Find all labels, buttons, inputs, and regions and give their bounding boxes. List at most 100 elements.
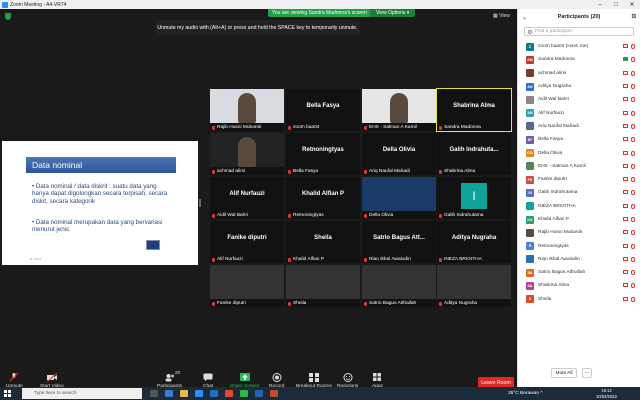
participant-row[interactable]: GI Galih Indrahutama <box>518 186 640 199</box>
participant-row[interactable]: INEZA BRIGITHA <box>518 200 640 213</box>
video-off-icon <box>623 177 628 182</box>
chevron-down-icon[interactable]: ⌄ <box>522 14 527 21</box>
video-tile[interactable]: Satrio Bagus Att... Rian Ikbal Awaludin <box>362 221 436 263</box>
mic-muted-icon <box>212 301 215 306</box>
video-off-icon <box>623 296 628 301</box>
video-tile[interactable]: Galih Indrahuta... Shabrina Alma <box>437 133 511 175</box>
mic-muted-icon <box>631 270 635 276</box>
split-drag-handle[interactable] <box>199 199 201 207</box>
taskbar-search-input[interactable]: Type here to search <box>22 388 142 399</box>
video-tile[interactable]: Fanike diputri <box>210 265 284 307</box>
task-view-icon[interactable] <box>150 390 158 397</box>
file-explorer-icon[interactable] <box>180 390 188 397</box>
mic-muted-icon <box>631 256 635 262</box>
video-tile[interactable]: Fanike diputri Alif Nurfauzi <box>210 221 284 263</box>
mute-all-button[interactable]: Mute All <box>551 368 577 378</box>
avatar: AN <box>526 82 534 91</box>
participant-row[interactable]: Aidil Wal Bahri <box>518 93 640 106</box>
video-tile[interactable]: Rajib Husni Mubarok <box>210 89 284 131</box>
participant-row[interactable]: S Sheila <box>518 293 640 306</box>
participant-status-icons <box>623 270 635 276</box>
participants-panel: ⌄ Participants (20) ⧉ Find a participant… <box>517 9 640 387</box>
view-button[interactable]: ▦ View <box>493 13 510 19</box>
participant-row[interactable]: KA Khalid Alfian P <box>518 213 640 226</box>
word-icon[interactable] <box>255 390 263 397</box>
avatar: R <box>526 242 534 251</box>
participant-name: Aditya Nugraha <box>538 84 572 90</box>
tile-name: Della Olivia <box>369 213 394 218</box>
video-tile[interactable]: EHS - Salman A Kamil <box>362 89 436 131</box>
participant-row[interactable]: Ariq Naufal Mahadi <box>518 120 640 133</box>
tile-name-label: Retnoningtyas <box>288 213 324 218</box>
video-tile[interactable]: Aditya Nugraha <box>437 265 511 307</box>
participant-name: Ariq Naufal Mahadi <box>538 123 579 129</box>
maximize-icon[interactable]: □ <box>608 2 624 8</box>
participant-search-input[interactable]: Find a participant <box>524 27 634 36</box>
participant-row[interactable]: Rian Ikbal Awaludin <box>518 253 640 266</box>
participant-row[interactable]: AN Aditya Nugraha <box>518 80 640 93</box>
tile-center-name: Satrio Bagus Att... <box>373 235 425 241</box>
participant-row[interactable]: EHS - Salman A Kamil <box>518 160 640 173</box>
video-tile[interactable]: Aditya Nugraha INEZA BRIGITHA <box>437 221 511 263</box>
participant-row[interactable]: SA Shabrina Alma <box>518 279 640 292</box>
mic-muted-icon <box>288 301 291 306</box>
store-icon[interactable] <box>210 390 218 397</box>
participant-row[interactable]: R Retnoningtyas <box>518 239 640 252</box>
video-tile[interactable]: Della Olivia Ariq Naufal Mahadi <box>362 133 436 175</box>
participant-row[interactable]: SA Satrio Bagus Atthallah <box>518 266 640 279</box>
close-icon[interactable]: ✕ <box>624 1 640 8</box>
participant-row[interactable]: AN Alif Nurfauzi <box>518 106 640 119</box>
participant-row[interactable]: DO Della Olivia <box>518 146 640 159</box>
video-tile[interactable]: Satrio Bagus Atthallah <box>362 265 436 307</box>
tile-name: Retnoningtyas <box>293 213 324 218</box>
window-title: Zoom Meeting - A4-VR74 <box>10 1 67 8</box>
video-tile[interactable]: Shabrina Alma Sandra Madonna <box>436 88 512 132</box>
chrome-icon[interactable] <box>240 390 248 397</box>
powerpoint-icon[interactable] <box>270 390 278 397</box>
video-tile[interactable]: Khalid Alfian P Retnoningtyas <box>286 177 360 219</box>
video-off-icon <box>623 217 628 221</box>
zoom-taskbar-icon[interactable] <box>195 390 203 397</box>
participant-list: Zzoom baa04 (Host, me) SM Sandra Madonna ac… <box>518 40 640 306</box>
video-tile[interactable]: I Galih Indrahutama <box>437 177 511 219</box>
apps-icon <box>373 373 382 381</box>
video-tile[interactable]: Sheila <box>286 265 360 307</box>
minimize-icon[interactable]: – <box>592 2 608 8</box>
edge-browser-icon[interactable] <box>165 390 173 397</box>
tile-name-label: Aidil Wal Bahri <box>212 213 248 218</box>
more-options-button[interactable]: ··· <box>582 368 592 378</box>
video-tile[interactable]: Retnoningtyas Bella Fasya <box>286 133 360 175</box>
weather-widget[interactable]: 25°C Berawan ^ <box>508 391 543 396</box>
participant-name: Khalid Alfian P <box>538 217 569 222</box>
security-shield-icon[interactable] <box>5 13 11 20</box>
participant-row[interactable]: Rajib Husni Mubarok <box>518 226 640 239</box>
popout-icon[interactable]: ⧉ <box>632 14 636 21</box>
participant-name: Alif Nurfauzi <box>538 110 564 116</box>
app-taskbar-icon[interactable] <box>225 390 233 397</box>
reactions-icon <box>343 373 353 382</box>
participant-status-icons <box>623 163 635 169</box>
video-tile[interactable]: Sheila Khalid Alfian P <box>286 221 360 263</box>
participant-row[interactable]: achmad alimi <box>518 67 640 80</box>
video-tile[interactable]: achmad alimi <box>210 133 284 175</box>
participants-count: 20 <box>175 371 181 376</box>
participant-row[interactable]: SM Sandra Madonna <box>518 53 640 66</box>
windows-start-icon[interactable] <box>4 390 11 397</box>
tile-name: Aidil Wal Bahri <box>217 213 249 218</box>
tile-name: INEZA BRIGITHA <box>444 257 482 262</box>
tile-center-name: Shabrina Alma <box>453 103 495 109</box>
participant-row[interactable]: Zzoom baa04 (Host, me) <box>518 40 640 53</box>
tile-name: Bella Fasya <box>293 169 319 174</box>
video-off-icon <box>623 256 628 261</box>
panel-title: Participants (20) <box>557 14 601 20</box>
system-clock[interactable]: 19:12 10/03/2022 <box>596 388 617 399</box>
tile-name: EHS - Salman A Kamil <box>369 125 417 130</box>
participant-video <box>210 89 284 123</box>
video-tile[interactable]: Bella Fasya zoom baa04 <box>286 89 360 131</box>
view-options-button[interactable]: View Options ▾ <box>370 9 416 17</box>
participant-row[interactable]: BF Bella Fasya <box>518 133 640 146</box>
video-tile[interactable]: Della Olivia <box>362 177 436 219</box>
tile-name: Rian Ikbal Awaludin <box>369 257 411 262</box>
video-tile[interactable]: Alif Nurfauzi Aidil Wal Bahri <box>210 177 284 219</box>
participant-row[interactable]: FD Fanike diputri <box>518 173 640 186</box>
